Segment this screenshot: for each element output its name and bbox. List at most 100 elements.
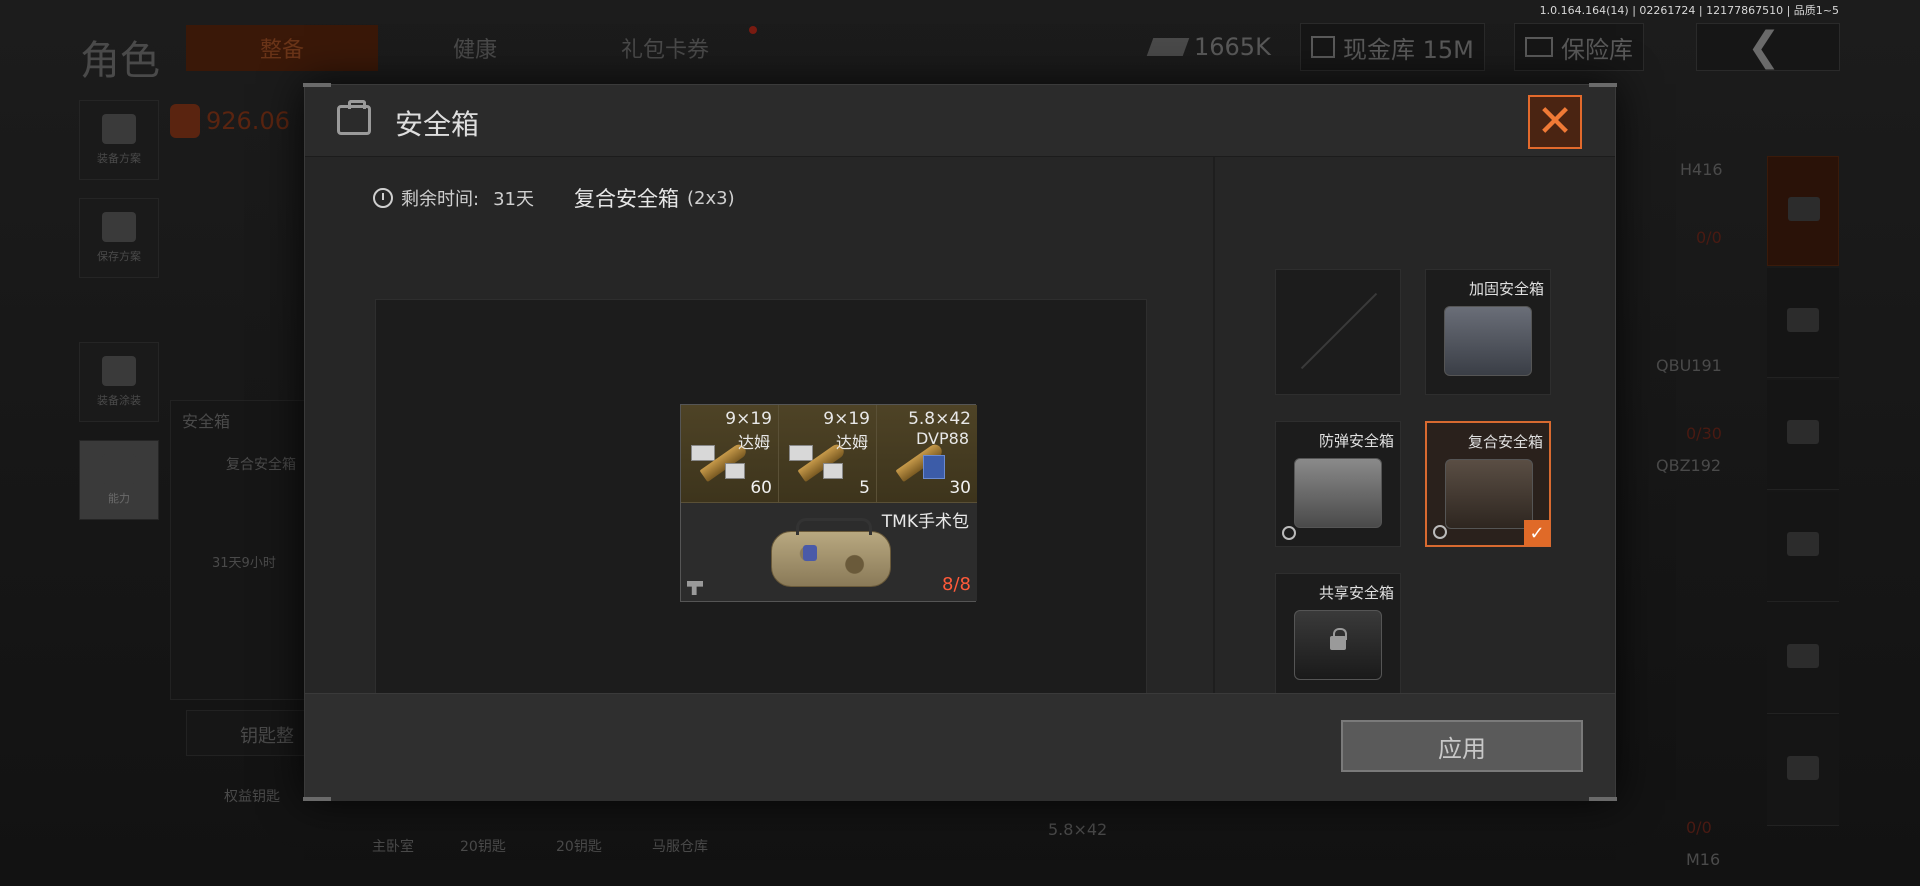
download-icon (102, 212, 136, 242)
corner-accent (1589, 797, 1617, 801)
bg-secure-box-panel (170, 400, 310, 700)
bg-key-tab-1: 主卧室 (372, 839, 414, 855)
bg-weapon-5: M16 (1686, 850, 1721, 869)
medkit-item[interactable]: TMK手术包 8/8 (681, 503, 977, 601)
cash-icon (1146, 38, 1190, 56)
corner-accent (303, 83, 331, 87)
secure-box-card-reinforced[interactable]: 加固安全箱 (1425, 269, 1551, 395)
backpack-icon (1788, 197, 1820, 221)
secure-box-card-composite[interactable]: 复合安全箱 ✓ (1425, 421, 1551, 547)
bg-secure-box-time: 31天9小时 (212, 556, 276, 571)
remaining-time-label: 剩余时间: (401, 189, 480, 210)
ammo-caliber: 5.8×42 (908, 409, 971, 429)
scope-icon (1787, 644, 1819, 668)
ammo-caliber: 9×19 (823, 409, 870, 429)
secure-box-card-bulletproof[interactable]: 防弹安全箱 (1275, 421, 1401, 547)
tab-health[interactable]: 健康 (420, 25, 530, 71)
bg-benefit-key: 权益钥匙 (224, 789, 280, 805)
bg-weapon-4: 5.8×42 (1048, 820, 1108, 839)
lock-icon (1330, 628, 1347, 650)
save-plan-button[interactable]: 保存方案 (79, 198, 159, 278)
ammo-item[interactable]: 9×19 达姆 5 (779, 405, 877, 503)
apply-button[interactable]: 应用 (1341, 720, 1583, 772)
save-plan-label: 保存方案 (97, 250, 141, 263)
ability-button[interactable]: 能力 (79, 440, 159, 520)
bg-weapon-3: QBZ192 (1656, 456, 1722, 475)
box-info-row: 剩余时间: 31天 复合安全箱 (2x3) (373, 183, 735, 213)
loadout-plan-label: 装备方案 (97, 152, 141, 165)
currency-value: 1665K (1194, 33, 1271, 61)
bg-key-tab-3: 20钥匙 (556, 839, 602, 855)
chevron-left-icon: ❮ (1747, 24, 1781, 70)
rifle-icon (1787, 420, 1819, 444)
helmet-icon (1787, 308, 1819, 332)
timer-icon (1282, 526, 1296, 540)
ammo-count: 5 (859, 478, 870, 498)
close-icon: ✕ (1536, 96, 1574, 147)
money-display: 926.06 (170, 104, 290, 138)
slot-grip[interactable] (1767, 716, 1839, 826)
ammo-brand: 达姆 (835, 433, 868, 452)
notification-dot (749, 26, 757, 34)
card-label: 加固安全箱 (1468, 280, 1544, 298)
corner-accent (303, 797, 331, 801)
page-title: 角色 (80, 38, 160, 84)
currency-display: 1665K (1140, 23, 1281, 71)
bg-weapon-2: QBU191 (1656, 356, 1722, 375)
slot-magazine[interactable] (1767, 492, 1839, 602)
secure-box-card-empty[interactable] (1275, 269, 1401, 395)
slot-backpack[interactable] (1767, 156, 1839, 266)
card-label: 共享安全箱 (1318, 584, 1394, 602)
secure-box-container: 9×19 达姆 60 9×19 达姆 5 5.8×42 DVP88 30 TMK… (680, 404, 977, 602)
ability-label: 能力 (108, 492, 130, 505)
slot-rifle[interactable] (1767, 380, 1839, 490)
equipment-slot-rail (1767, 156, 1839, 856)
modal-header: 安全箱 ✕ (305, 85, 1615, 157)
tab-loadout[interactable]: 整备 (186, 25, 378, 71)
tab-gift-coupons[interactable]: 礼包卡券 (590, 25, 740, 71)
ammo-count: 60 (750, 478, 772, 498)
vault-icon (1311, 36, 1335, 58)
bg-key-label: 钥匙整 (240, 726, 294, 747)
medkit-name: TMK手术包 (881, 512, 969, 532)
cash-vault-button[interactable]: 现金库 15M (1300, 23, 1485, 71)
composite-case-icon (1445, 459, 1533, 529)
cash-vault-label: 现金库 15M (1343, 35, 1474, 64)
slot-helmet[interactable] (1767, 268, 1839, 378)
corner-accent (1589, 83, 1617, 87)
reinforced-case-icon (1444, 306, 1532, 376)
bg-ammo-count-2: 0/30 (1686, 424, 1722, 443)
ammo-brand: 达姆 (737, 433, 770, 452)
secure-box-card-shared[interactable]: 共享安全箱 (1275, 573, 1401, 699)
medkit-durability: 8/8 (942, 574, 971, 595)
helmet-icon (102, 356, 136, 386)
loadout-plan-button[interactable]: 装备方案 (79, 100, 159, 180)
remaining-time-value: 31天 (493, 189, 534, 210)
ammo-item[interactable]: 5.8×42 DVP88 30 (877, 405, 977, 503)
equipment-skin-button[interactable]: 装备涂装 (79, 342, 159, 422)
back-button[interactable]: ❮ (1696, 23, 1840, 71)
close-button[interactable]: ✕ (1528, 95, 1582, 149)
ammo-count: 30 (949, 478, 971, 498)
secure-box-modal: 安全箱 ✕ 剩余时间: 31天 复合安全箱 (2x3) 9×19 达姆 60 9… (303, 83, 1617, 801)
money-bag-icon (170, 104, 200, 138)
bg-secure-box-label: 安全箱 (182, 412, 231, 431)
bg-key-tab-2: 20钥匙 (460, 839, 506, 855)
version-info: 1.0.164.164(14) | 02261724 | 12177867510… (1539, 4, 1839, 17)
magazine-icon (1787, 532, 1819, 556)
ammo-brand: DVP88 (916, 429, 969, 448)
ammo-item[interactable]: 9×19 达姆 60 (681, 405, 779, 503)
vest-icon (102, 114, 136, 144)
slot-scope[interactable] (1767, 604, 1839, 714)
modal-title: 安全箱 (395, 108, 480, 141)
insurance-icon (1525, 37, 1553, 57)
timer-icon (1433, 525, 1447, 539)
card-label: 防弹安全箱 (1318, 432, 1394, 450)
insurance-vault-button[interactable]: 保险库 (1514, 23, 1644, 71)
bulletproof-case-icon (1294, 458, 1382, 528)
box-name: 复合安全箱 (573, 187, 679, 211)
insurance-vault-label: 保险库 (1561, 35, 1633, 64)
no-weapon-icon (687, 581, 703, 595)
bg-ammo-count-1: 0/0 (1696, 228, 1722, 247)
storage-grid-area: 9×19 达姆 60 9×19 达姆 5 5.8×42 DVP88 30 TMK… (374, 299, 1148, 698)
